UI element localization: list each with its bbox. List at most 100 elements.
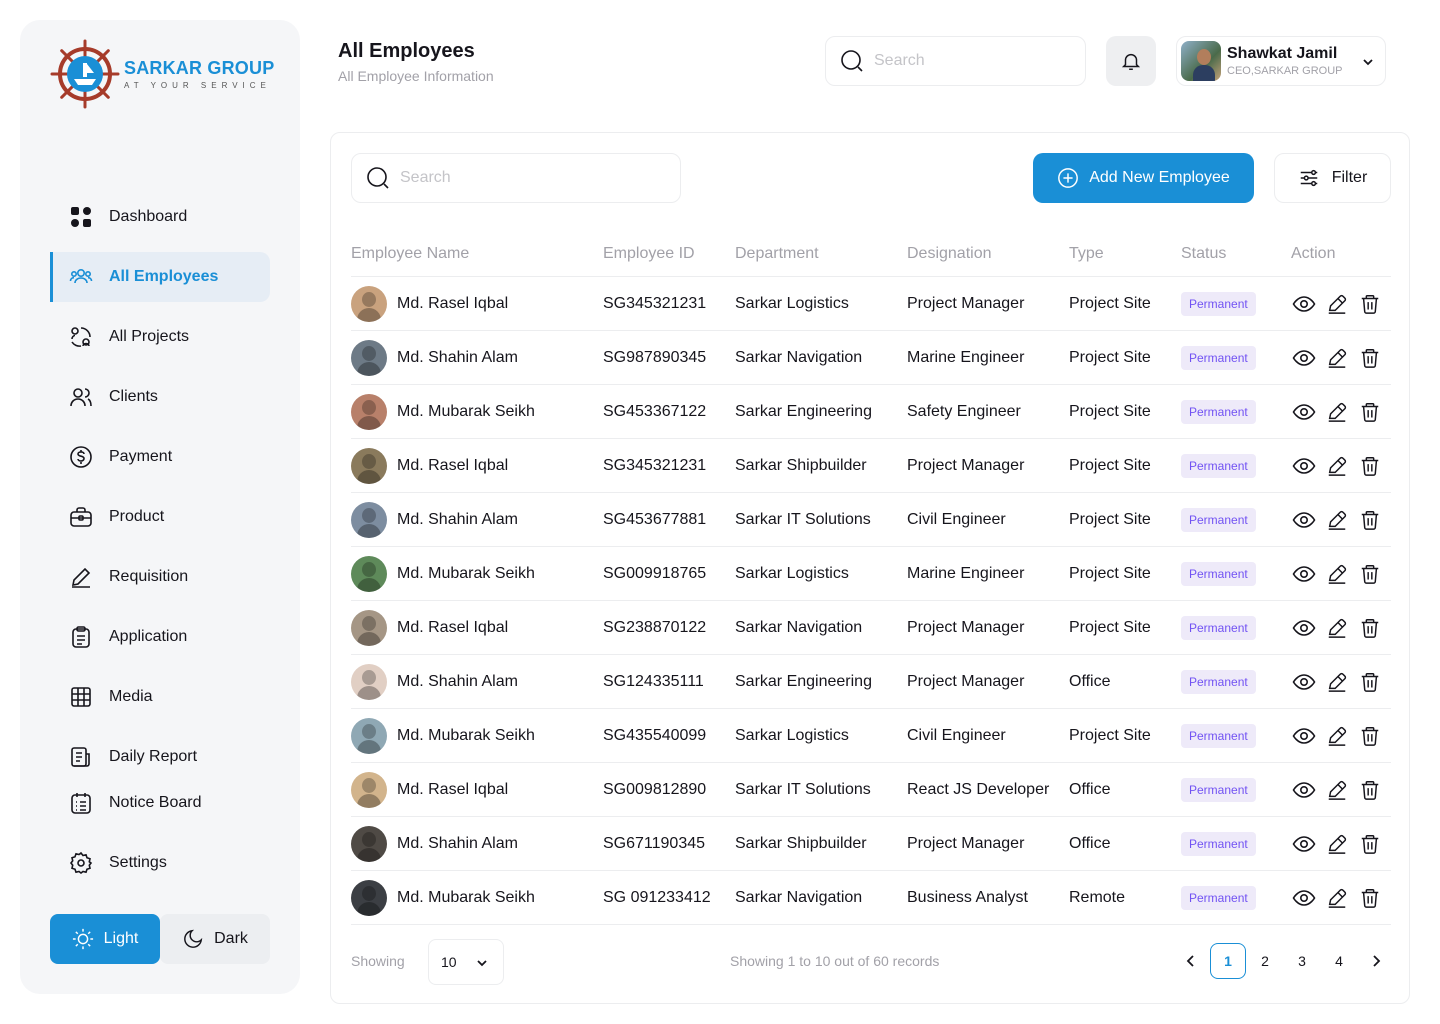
- delete-icon[interactable]: [1358, 723, 1383, 749]
- sidebar-item-product[interactable]: Product: [50, 492, 270, 542]
- delete-icon[interactable]: [1358, 669, 1383, 695]
- table-row[interactable]: Md. Mubarak Seikh SG453367122 Sarkar Engin…: [351, 385, 1391, 439]
- edit-icon[interactable]: [1324, 777, 1349, 803]
- global-search-input[interactable]: [874, 52, 1054, 70]
- edit-icon[interactable]: [1324, 399, 1349, 425]
- status-badge: Permanent: [1181, 399, 1256, 424]
- table-row[interactable]: Md. Shahin Alam SG671190345 Sarkar Shipbui…: [351, 817, 1391, 871]
- view-icon[interactable]: [1291, 615, 1316, 641]
- edit-icon[interactable]: [1324, 831, 1349, 857]
- sidebar-item-application[interactable]: Application: [50, 612, 270, 662]
- column-header-designation[interactable]: Designation: [907, 245, 1069, 263]
- employee-actions: [1291, 345, 1391, 371]
- rows-per-page-select[interactable]: 10: [428, 939, 504, 985]
- column-header-status[interactable]: Status: [1181, 245, 1291, 263]
- view-icon[interactable]: [1291, 885, 1316, 911]
- status-badge: Permanent: [1181, 453, 1256, 478]
- delete-icon[interactable]: [1358, 399, 1383, 425]
- view-icon[interactable]: [1291, 831, 1316, 857]
- table-row[interactable]: Md. Mubarak Seikh SG 091233412 Sarkar Navi…: [351, 871, 1391, 925]
- table-row[interactable]: Md. Shahin Alam SG124335111 Sarkar Enginee…: [351, 655, 1391, 709]
- view-icon[interactable]: [1291, 399, 1316, 425]
- employee-type: Project Site: [1069, 294, 1151, 312]
- pagination-page-3[interactable]: 3: [1284, 943, 1320, 979]
- edit-icon[interactable]: [1324, 291, 1349, 317]
- view-icon[interactable]: [1291, 723, 1316, 749]
- table-row[interactable]: Md. Shahin Alam SG453677881 Sarkar IT Solu…: [351, 493, 1391, 547]
- table-search-input[interactable]: [400, 169, 580, 187]
- edit-icon[interactable]: [1324, 345, 1349, 371]
- status-badge: Permanent: [1181, 561, 1256, 586]
- sidebar-item-media[interactable]: Media: [50, 672, 270, 722]
- edit-icon[interactable]: [1324, 615, 1349, 641]
- view-icon[interactable]: [1291, 507, 1316, 533]
- column-header-type[interactable]: Type: [1069, 245, 1181, 263]
- table-row[interactable]: Md. Rasel Iqbal SG238870122 Sarkar Navigat…: [351, 601, 1391, 655]
- pagination-page-2[interactable]: 2: [1247, 943, 1283, 979]
- edit-icon[interactable]: [1324, 507, 1349, 533]
- sidebar-item-all-projects[interactable]: All Projects: [50, 312, 270, 362]
- avatar: [351, 285, 387, 322]
- column-header-employee-id[interactable]: Employee ID: [603, 245, 735, 263]
- column-header-employee-name[interactable]: Employee Name: [351, 245, 603, 263]
- delete-icon[interactable]: [1358, 831, 1383, 857]
- avatar: [351, 501, 387, 538]
- sidebar-item-clients[interactable]: Clients: [50, 372, 270, 422]
- employee-name-cell: Md. Mubarak Seikh: [351, 879, 603, 916]
- delete-icon[interactable]: [1358, 777, 1383, 803]
- employee-id: SG238870122: [603, 618, 707, 636]
- view-icon[interactable]: [1291, 453, 1316, 479]
- delete-icon[interactable]: [1358, 453, 1383, 479]
- add-new-employee-button[interactable]: Add New Employee: [1033, 153, 1254, 203]
- sidebar-item-notice-board[interactable]: Notice Board: [50, 778, 270, 828]
- view-icon[interactable]: [1291, 291, 1316, 317]
- sun-icon: [72, 928, 94, 950]
- employee-status-cell: Permanent: [1181, 345, 1291, 370]
- pagination-page-1[interactable]: 1: [1210, 943, 1246, 979]
- delete-icon[interactable]: [1358, 345, 1383, 371]
- employee-designation: Business Analyst: [907, 888, 1028, 906]
- table-search[interactable]: [351, 153, 681, 203]
- delete-icon[interactable]: [1358, 507, 1383, 533]
- dark-theme-button[interactable]: Dark: [160, 914, 270, 964]
- table-row[interactable]: Md. Shahin Alam SG987890345 Sarkar Navigat…: [351, 331, 1391, 385]
- global-search[interactable]: [825, 36, 1086, 86]
- pagination-prev-button[interactable]: [1173, 943, 1209, 979]
- table-row[interactable]: Md. Rasel Iqbal SG009812890 Sarkar IT Solu…: [351, 763, 1391, 817]
- pagination-page-4[interactable]: 4: [1321, 943, 1357, 979]
- edit-icon[interactable]: [1324, 561, 1349, 587]
- brand-logo[interactable]: SARKAR GROUP AT YOUR SERVICE: [50, 38, 280, 110]
- edit-icon[interactable]: [1324, 453, 1349, 479]
- sidebar-item-dashboard[interactable]: Dashboard: [50, 192, 270, 242]
- delete-icon[interactable]: [1358, 885, 1383, 911]
- sidebar-item-payment[interactable]: Payment: [50, 432, 270, 482]
- delete-icon[interactable]: [1358, 561, 1383, 587]
- sidebar-item-requisition[interactable]: Requisition: [50, 552, 270, 602]
- view-icon[interactable]: [1291, 669, 1316, 695]
- table-row[interactable]: Md. Rasel Iqbal SG345321231 Sarkar Logisti…: [351, 277, 1391, 331]
- sidebar-item-label: All Employees: [109, 268, 219, 285]
- table-row[interactable]: Md. Mubarak Seikh SG009918765 Sarkar Logis…: [351, 547, 1391, 601]
- edit-icon[interactable]: [1324, 723, 1349, 749]
- employee-id: SG453677881: [603, 510, 707, 528]
- pagination-next-button[interactable]: [1358, 943, 1394, 979]
- view-icon[interactable]: [1291, 561, 1316, 587]
- light-theme-button[interactable]: Light: [50, 914, 160, 964]
- table-row[interactable]: Md. Mubarak Seikh SG435540099 Sarkar Logis…: [351, 709, 1391, 763]
- employee-designation: Project Manager: [907, 456, 1025, 474]
- edit-icon[interactable]: [1324, 669, 1349, 695]
- filter-button[interactable]: Filter: [1274, 153, 1391, 203]
- sidebar-item-all-employees[interactable]: All Employees: [50, 252, 270, 302]
- status-badge: Permanent: [1181, 723, 1256, 748]
- delete-icon[interactable]: [1358, 291, 1383, 317]
- view-icon[interactable]: [1291, 777, 1316, 803]
- edit-icon[interactable]: [1324, 885, 1349, 911]
- table-row[interactable]: Md. Rasel Iqbal SG345321231 Sarkar Shipbui…: [351, 439, 1391, 493]
- user-profile-menu[interactable]: Shawkat Jamil CEO,SARKAR GROUP: [1176, 36, 1386, 86]
- sidebar-item-settings[interactable]: Settings: [50, 838, 270, 888]
- notifications-button[interactable]: [1106, 36, 1156, 86]
- sidebar-item-daily-report[interactable]: Daily Report: [50, 732, 270, 782]
- view-icon[interactable]: [1291, 345, 1316, 371]
- delete-icon[interactable]: [1358, 615, 1383, 641]
- column-header-department[interactable]: Department: [735, 245, 907, 263]
